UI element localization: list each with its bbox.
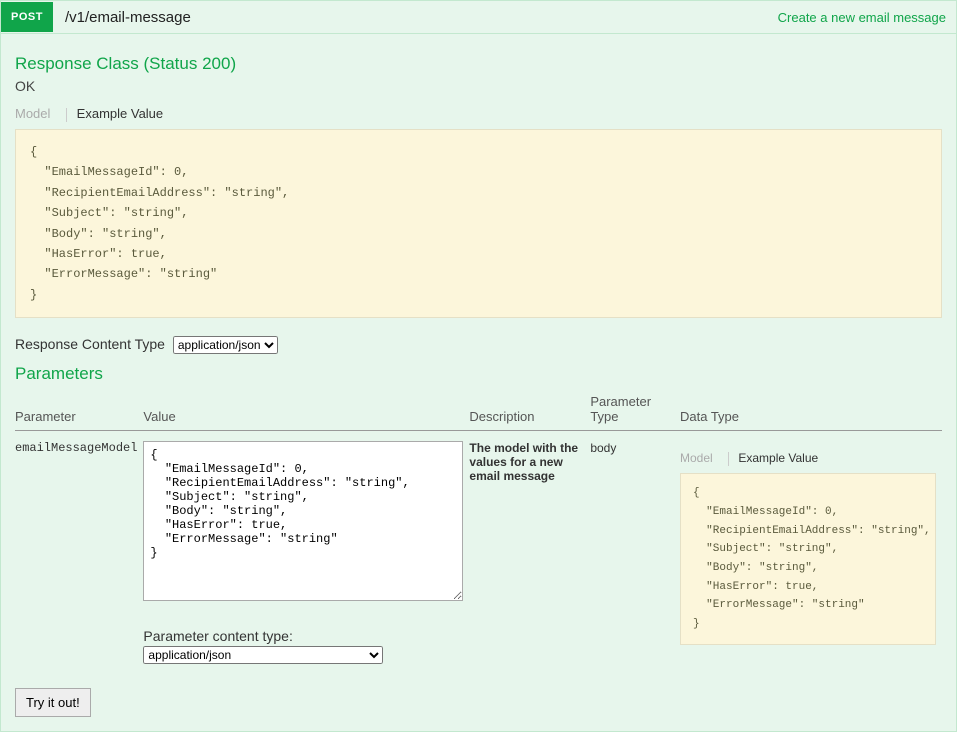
- response-content-type-label: Response Content Type: [15, 336, 165, 352]
- opblock-post: POST /v1/email-message Create a new emai…: [0, 0, 957, 732]
- col-parameter: Parameter: [15, 388, 143, 431]
- datatype-tab-model[interactable]: Model: [680, 449, 719, 467]
- response-content-type-select[interactable]: application/json: [173, 336, 278, 354]
- col-data-type: Data Type: [680, 388, 942, 431]
- datatype-example-json[interactable]: { "EmailMessageId": 0, "RecipientEmailAd…: [680, 473, 936, 645]
- param-value-textarea[interactable]: [143, 441, 463, 601]
- operation-body: Response Class (Status 200) OK Model Exa…: [1, 34, 956, 731]
- param-datatype-cell: Model Example Value { "EmailMessageId": …: [680, 431, 942, 675]
- tab-separator: [66, 108, 67, 122]
- response-schema-tabs: Model Example Value: [15, 104, 942, 123]
- param-name: emailMessageModel: [15, 431, 143, 675]
- datatype-tab-example[interactable]: Example Value: [738, 449, 824, 467]
- param-content-type-label: Parameter content type:: [143, 628, 463, 644]
- method-badge: POST: [1, 2, 53, 32]
- col-value: Value: [143, 388, 469, 431]
- endpoint-path: /v1/email-message: [65, 9, 191, 26]
- param-type: body: [590, 431, 680, 675]
- param-description: The model with the values for a new emai…: [469, 431, 590, 675]
- operation-header[interactable]: POST /v1/email-message Create a new emai…: [1, 1, 956, 34]
- param-content-type-select[interactable]: application/json: [143, 646, 383, 664]
- response-example-json[interactable]: { "EmailMessageId": 0, "RecipientEmailAd…: [15, 129, 942, 318]
- try-it-out-button[interactable]: Try it out!: [15, 688, 91, 717]
- response-class-title: Response Class (Status 200): [15, 54, 942, 74]
- param-value-cell: Parameter content type: application/json: [143, 431, 469, 675]
- parameters-table: Parameter Value Description Parameter Ty…: [15, 388, 942, 674]
- datatype-tabs: Model Example Value: [680, 449, 936, 467]
- col-description: Description: [469, 388, 590, 431]
- operation-summary-link[interactable]: Create a new email message: [778, 10, 946, 25]
- response-content-type-row: Response Content Type application/json: [15, 336, 942, 354]
- parameters-title: Parameters: [15, 364, 942, 384]
- tab-separator: [728, 452, 729, 466]
- tab-model[interactable]: Model: [15, 104, 56, 123]
- tab-example-value[interactable]: Example Value: [77, 104, 169, 123]
- response-status-text: OK: [15, 78, 942, 94]
- table-row: emailMessageModel Parameter content type…: [15, 431, 942, 675]
- col-parameter-type: Parameter Type: [590, 388, 680, 431]
